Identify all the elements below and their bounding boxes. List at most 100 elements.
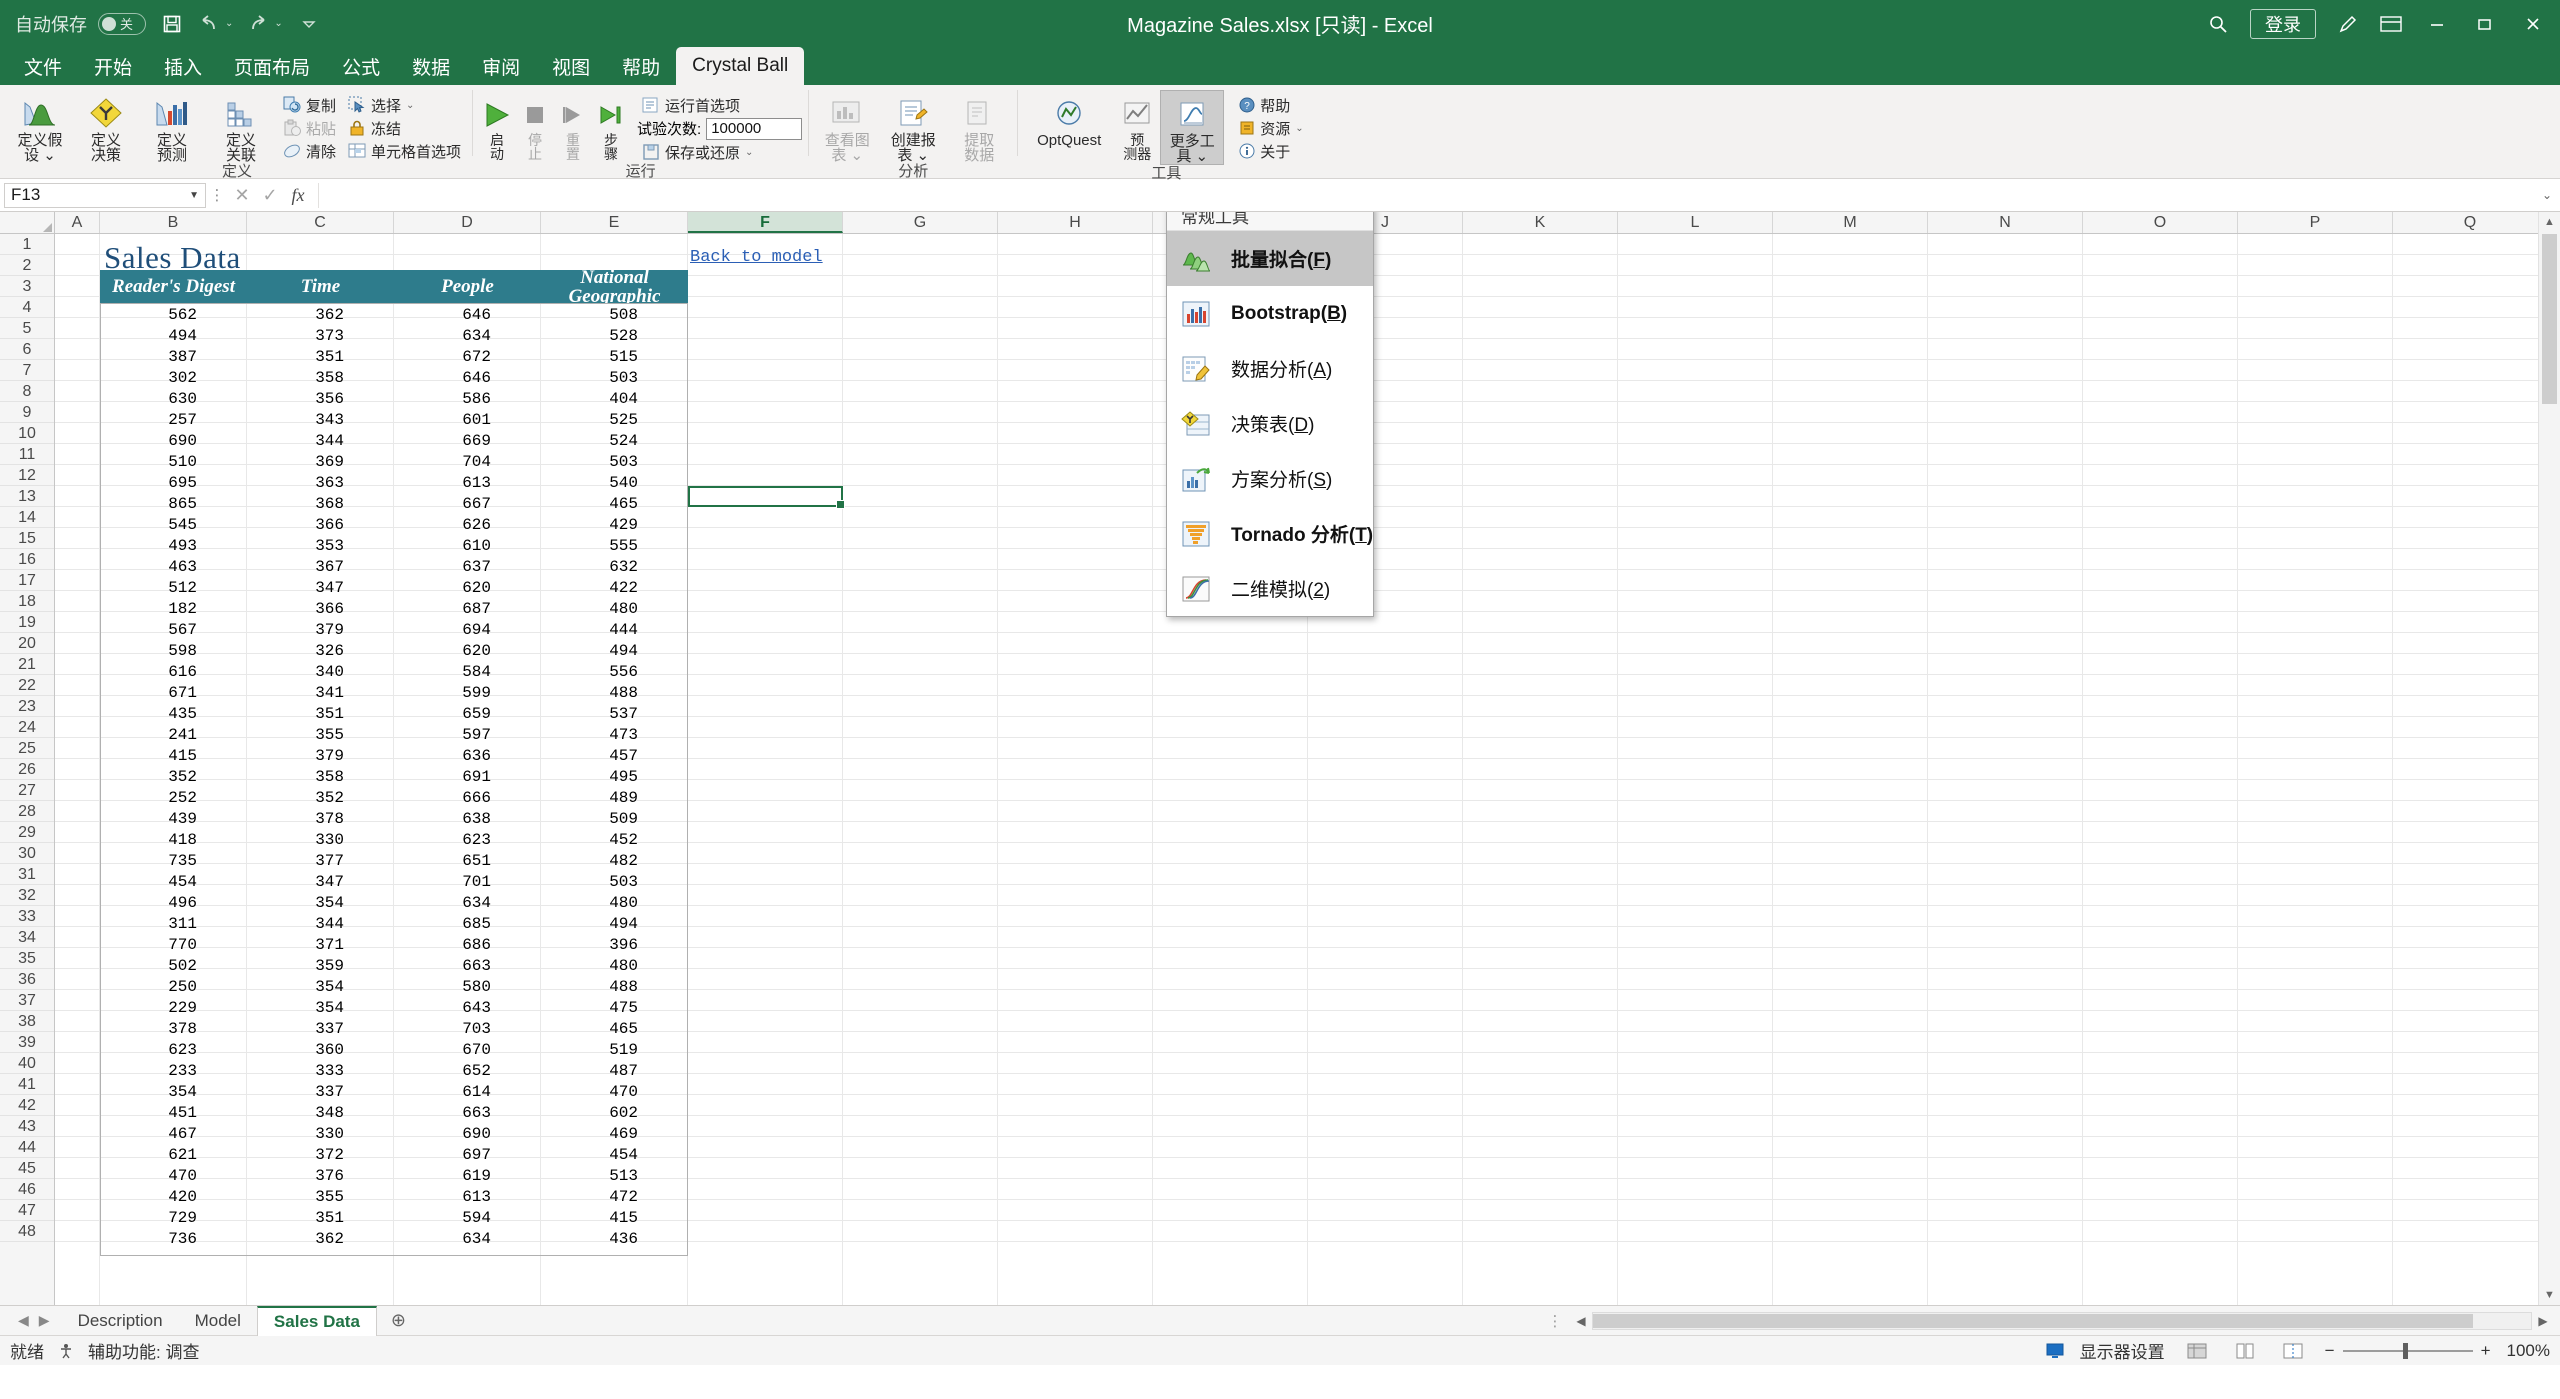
data-cell[interactable]: 619: [394, 1167, 491, 1185]
display-settings-icon[interactable]: [2046, 1343, 2064, 1359]
minimize-button[interactable]: [2414, 0, 2460, 47]
data-cell[interactable]: 467: [100, 1125, 197, 1143]
data-cell[interactable]: 670: [394, 1041, 491, 1059]
data-cell[interactable]: 519: [541, 1041, 638, 1059]
data-cell[interactable]: 473: [541, 726, 638, 744]
data-cell[interactable]: 366: [247, 516, 344, 534]
column-header-O[interactable]: O: [2083, 212, 2238, 233]
zoom-out-icon[interactable]: −: [2325, 1341, 2335, 1361]
data-cell[interactable]: 495: [541, 768, 638, 786]
data-cell[interactable]: 344: [247, 915, 344, 933]
data-cell[interactable]: 358: [247, 369, 344, 387]
table-header-cell[interactable]: Reader's Digest: [100, 270, 247, 303]
data-cell[interactable]: 646: [394, 369, 491, 387]
data-cell[interactable]: 379: [247, 621, 344, 639]
data-cell[interactable]: 525: [541, 411, 638, 429]
data-cell[interactable]: 435: [100, 705, 197, 723]
tab-home[interactable]: 开始: [78, 47, 148, 85]
chevron-down-icon[interactable]: ⌄: [1295, 123, 1303, 134]
column-header-G[interactable]: G: [843, 212, 998, 233]
data-cell[interactable]: 672: [394, 348, 491, 366]
data-cell[interactable]: 562: [100, 306, 197, 324]
data-cell[interactable]: 470: [100, 1167, 197, 1185]
row-header-13[interactable]: 13: [0, 486, 54, 507]
redo-button[interactable]: ⌄: [240, 5, 289, 43]
row-header-48[interactable]: 48: [0, 1221, 54, 1242]
data-cell[interactable]: 556: [541, 663, 638, 681]
vertical-scroll-thumb[interactable]: [2542, 234, 2557, 404]
data-cell[interactable]: 651: [394, 852, 491, 870]
select-all-button[interactable]: [0, 212, 55, 233]
data-cell[interactable]: 359: [247, 957, 344, 975]
data-cell[interactable]: 326: [247, 642, 344, 660]
data-cell[interactable]: 415: [100, 747, 197, 765]
data-cell[interactable]: 366: [247, 600, 344, 618]
row-header-21[interactable]: 21: [0, 654, 54, 675]
data-cell[interactable]: 348: [247, 1104, 344, 1122]
name-box[interactable]: F13 ▼: [4, 183, 206, 208]
row-header-32[interactable]: 32: [0, 885, 54, 906]
table-header-cell[interactable]: People: [394, 270, 541, 303]
close-button[interactable]: [2510, 0, 2556, 47]
row-header-12[interactable]: 12: [0, 465, 54, 486]
menu-item-data-analysis[interactable]: 数据分析(A): [1167, 341, 1373, 396]
data-cell[interactable]: 229: [100, 999, 197, 1017]
cancel-icon[interactable]: ✕: [228, 185, 256, 206]
data-cell[interactable]: 602: [541, 1104, 638, 1122]
data-cell[interactable]: 354: [247, 978, 344, 996]
add-sheet-icon[interactable]: ⊕: [377, 1310, 420, 1331]
more-tools-button[interactable]: 更多工 具 ⌄: [1160, 90, 1224, 165]
data-cell[interactable]: 454: [541, 1146, 638, 1164]
data-cell[interactable]: 333: [247, 1062, 344, 1080]
data-cell[interactable]: 667: [394, 495, 491, 513]
data-cell[interactable]: 621: [100, 1146, 197, 1164]
data-cell[interactable]: 415: [541, 1209, 638, 1227]
column-header-H[interactable]: H: [998, 212, 1153, 233]
row-header-14[interactable]: 14: [0, 507, 54, 528]
resources-button[interactable]: 资源 ⌄: [1234, 117, 1308, 139]
row-header-20[interactable]: 20: [0, 633, 54, 654]
data-cell[interactable]: 367: [247, 558, 344, 576]
data-cell[interactable]: 770: [100, 936, 197, 954]
about-button[interactable]: 关于: [1234, 140, 1308, 162]
row-header-18[interactable]: 18: [0, 591, 54, 612]
row-header-44[interactable]: 44: [0, 1137, 54, 1158]
data-cell[interactable]: 344: [247, 432, 344, 450]
view-charts-button[interactable]: 查看图 表 ⌄: [815, 90, 879, 163]
row-header-26[interactable]: 26: [0, 759, 54, 780]
horizontal-scrollbar[interactable]: ⋮ ◀ ▶: [1540, 1312, 2560, 1330]
copy-button[interactable]: 复制: [278, 94, 341, 116]
row-header-46[interactable]: 46: [0, 1179, 54, 1200]
tab-formulas[interactable]: 公式: [326, 47, 396, 85]
start-button[interactable]: 启 动: [479, 90, 515, 161]
define-forecast-button[interactable]: 定义 预测: [140, 90, 204, 163]
define-assumption-button[interactable]: 定义假 设 ⌄: [8, 90, 72, 163]
data-cell[interactable]: 368: [247, 495, 344, 513]
sheet-tab-sales-data[interactable]: Sales Data: [257, 1306, 377, 1336]
prev-sheet-icon[interactable]: ▶: [39, 1312, 50, 1329]
row-header-42[interactable]: 42: [0, 1095, 54, 1116]
column-header-C[interactable]: C: [247, 212, 394, 233]
column-header-N[interactable]: N: [1928, 212, 2083, 233]
row-header-3[interactable]: 3: [0, 276, 54, 297]
data-cell[interactable]: 616: [100, 663, 197, 681]
data-cell[interactable]: 418: [100, 831, 197, 849]
data-cell[interactable]: 503: [541, 873, 638, 891]
data-cell[interactable]: 613: [394, 474, 491, 492]
data-cell[interactable]: 355: [247, 726, 344, 744]
data-cell[interactable]: 634: [394, 1230, 491, 1248]
ribbon-display-options-button[interactable]: [2370, 5, 2412, 43]
data-cell[interactable]: 634: [394, 327, 491, 345]
data-cell[interactable]: 480: [541, 894, 638, 912]
data-cell[interactable]: 480: [541, 957, 638, 975]
row-header-9[interactable]: 9: [0, 402, 54, 423]
row-header-15[interactable]: 15: [0, 528, 54, 549]
data-cell[interactable]: 347: [247, 873, 344, 891]
selected-cell[interactable]: [688, 486, 843, 507]
row-header-39[interactable]: 39: [0, 1032, 54, 1053]
data-cell[interactable]: 354: [247, 894, 344, 912]
menu-item-tornado-analysis[interactable]: Tornado 分析(T): [1167, 506, 1373, 561]
row-header-17[interactable]: 17: [0, 570, 54, 591]
data-cell[interactable]: 515: [541, 348, 638, 366]
data-cell[interactable]: 735: [100, 852, 197, 870]
